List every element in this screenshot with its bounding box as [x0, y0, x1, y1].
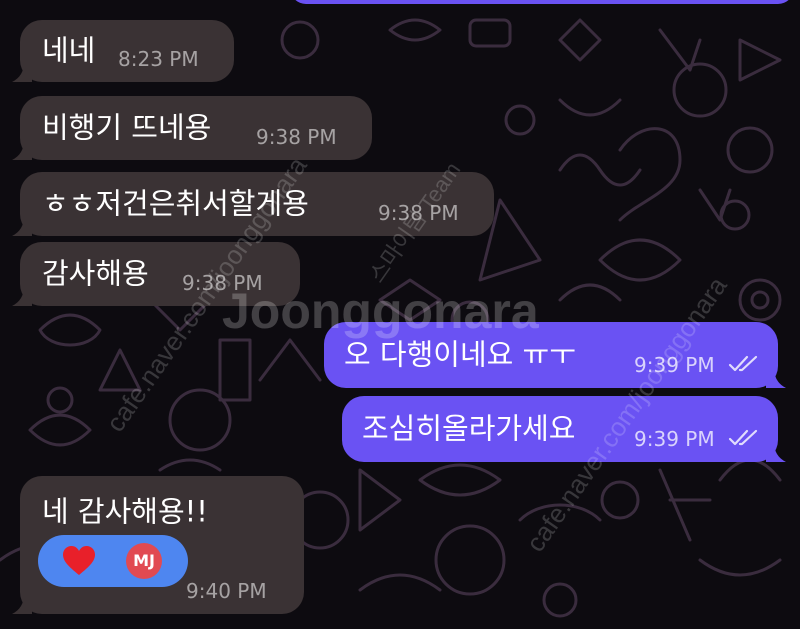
incoming-message-bubble[interactable]: 비행기 뜨네용 9:38 PM	[12, 96, 372, 160]
outgoing-message-bubble[interactable]: 오 다행이네요 ㅠㅜ 9:39 PM	[324, 322, 786, 388]
double-check-icon	[728, 429, 758, 446]
message-timestamp: 9:40 PM	[186, 579, 267, 603]
message-text: 조심히올라가세요	[362, 411, 576, 446]
bubble-tail	[766, 368, 786, 388]
message-timestamp: 9:39 PM	[634, 427, 715, 451]
message-text: 비행기 뜨네용	[42, 110, 212, 145]
message-timestamp: 9:38 PM	[182, 271, 263, 295]
message-text: 오 다행이네요 ㅠㅜ	[344, 337, 576, 372]
bubble-tail	[12, 286, 32, 306]
incoming-message-bubble[interactable]: 네 감사해용!! MJ 9:40 PM	[12, 476, 304, 614]
message-text: ㅎㅎ저건은취서할게용	[42, 186, 309, 221]
previous-outgoing-bubble-edge	[290, 0, 794, 4]
message-timestamp: 9:38 PM	[378, 201, 459, 225]
message-timestamp: 9:38 PM	[256, 125, 337, 149]
incoming-message-bubble[interactable]: 감사해용 9:38 PM	[12, 242, 300, 306]
bubble-tail	[12, 62, 32, 82]
outgoing-message-bubble[interactable]: 조심히올라가세요 9:39 PM	[342, 396, 786, 462]
message-timestamp: 8:23 PM	[118, 47, 199, 71]
reaction-pill[interactable]: MJ	[38, 535, 188, 587]
bubble-tail	[12, 216, 32, 236]
message-text: 감사해용	[42, 256, 149, 291]
message-timestamp: 9:39 PM	[634, 353, 715, 377]
incoming-message-bubble[interactable]: 네네 8:23 PM	[12, 20, 234, 82]
message-text: 네 감사해용!!	[42, 494, 208, 529]
bubble-tail	[766, 442, 786, 462]
double-check-icon	[728, 355, 758, 372]
red-heart-icon	[63, 546, 95, 575]
message-text: 네네	[42, 33, 96, 68]
incoming-message-bubble[interactable]: ㅎㅎ저건은취서할게용 9:38 PM	[12, 172, 494, 236]
bubble-tail	[12, 140, 32, 160]
bubble-tail	[12, 594, 32, 614]
avatar[interactable]: MJ	[126, 543, 162, 579]
